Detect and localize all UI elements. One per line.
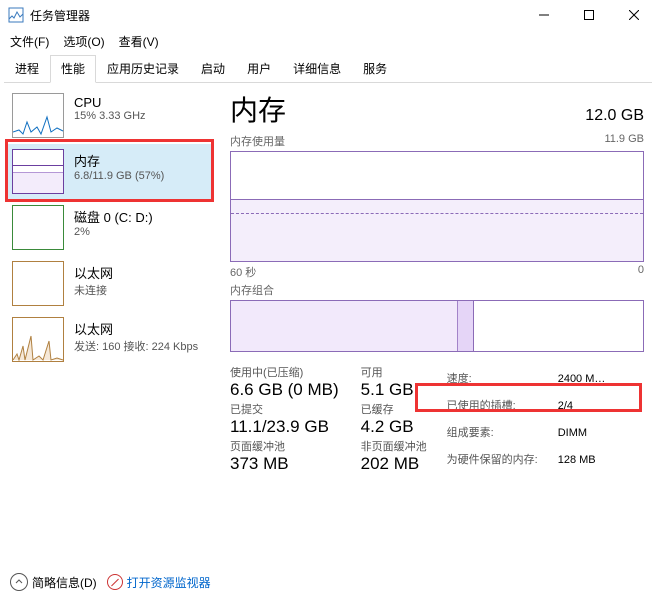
menu-options[interactable]: 选项(O): [57, 31, 110, 52]
footer-link-label: 打开资源监视器: [127, 574, 211, 591]
detail-label: 组成要素:: [447, 420, 556, 445]
detail-label: 已使用的插槽:: [447, 393, 556, 418]
sidebar-item-label: 以太网: [74, 263, 113, 282]
menu-view[interactable]: 查看(V): [113, 31, 165, 52]
memory-composition-graph[interactable]: [230, 300, 644, 352]
maximize-button[interactable]: [566, 1, 611, 29]
footer: 简略信息(D) 打开资源监视器: [10, 573, 211, 591]
sidebar-item-ethernet-1[interactable]: 以太网 未连接: [5, 256, 212, 312]
detail-speed: 2400 M…: [558, 366, 606, 391]
resource-monitor-icon: [107, 574, 123, 590]
sidebar-item-sub: 发送: 160 接收: 224 Kbps: [74, 338, 198, 354]
detail-reserved: 128 MB: [558, 447, 606, 472]
stat-paged: 373 MB: [230, 454, 339, 474]
memory-total: 12.0 GB: [585, 107, 644, 125]
sidebar-item-label: 内存: [74, 151, 164, 170]
page-title: 内存: [230, 89, 286, 129]
usage-graph-max: 11.9 GB: [604, 133, 644, 149]
memory-sparkline-icon: [12, 149, 64, 194]
stat-label: 可用: [361, 364, 427, 380]
graph-x-left: 60 秒: [230, 264, 256, 280]
stat-label: 使用中(已压缩): [230, 364, 339, 380]
main-panel: 内存 12.0 GB 内存使用量 11.9 GB 60 秒 0 内存组合 使用中…: [212, 83, 656, 531]
sidebar-item-label: CPU: [74, 95, 146, 110]
sidebar-item-disk[interactable]: 磁盘 0 (C: D:) 2%: [5, 200, 212, 256]
close-button[interactable]: [611, 1, 656, 29]
sidebar-item-sub: 15% 3.33 GHz: [74, 110, 146, 122]
fewer-details-button[interactable]: 简略信息(D): [10, 573, 97, 591]
stat-available: 5.1 GB: [361, 380, 427, 400]
stat-in-use: 6.6 GB (0 MB): [230, 380, 339, 400]
sidebar-item-label: 磁盘 0 (C: D:): [74, 207, 153, 226]
stat-label: 已缓存: [361, 401, 427, 417]
sidebar-item-sub: 6.8/11.9 GB (57%): [74, 170, 164, 182]
chevron-up-icon: [10, 573, 28, 591]
memory-stats-grid: 使用中(已压缩) 6.6 GB (0 MB) 可用 5.1 GB 已提交 11.…: [230, 364, 427, 474]
stat-cached: 4.2 GB: [361, 417, 427, 437]
content: CPU 15% 3.33 GHz 内存 6.8/11.9 GB (57%) 磁盘…: [0, 83, 656, 531]
detail-slots: 2/4: [558, 393, 606, 418]
memory-details-table: 速度:2400 M… 已使用的插槽:2/4 组成要素:DIMM 为硬件保留的内存…: [445, 364, 608, 474]
app-icon: [8, 7, 24, 23]
minimize-button[interactable]: [521, 1, 566, 29]
sidebar-item-ethernet-2[interactable]: 以太网 发送: 160 接收: 224 Kbps: [5, 312, 212, 368]
tab-services[interactable]: 服务: [352, 55, 398, 83]
detail-label: 为硬件保留的内存:: [447, 447, 556, 472]
disk-sparkline-icon: [12, 205, 64, 250]
composition-label: 内存组合: [230, 282, 274, 298]
stat-label: 非页面缓冲池: [361, 438, 427, 454]
tab-users[interactable]: 用户: [236, 55, 282, 83]
usage-graph-label: 内存使用量: [230, 133, 285, 149]
sidebar-item-label: 以太网: [74, 319, 198, 338]
sidebar-item-memory[interactable]: 内存 6.8/11.9 GB (57%): [5, 144, 212, 200]
sidebar-item-sub: 未连接: [74, 282, 113, 298]
stat-nonpaged: 202 MB: [361, 454, 427, 474]
tab-startup[interactable]: 启动: [190, 55, 236, 83]
cpu-sparkline-icon: [12, 93, 64, 138]
tab-details[interactable]: 详细信息: [282, 55, 352, 83]
detail-form: DIMM: [558, 420, 606, 445]
graph-x-right: 0: [638, 264, 644, 280]
tabs-bar: 进程 性能 应用历史记录 启动 用户 详细信息 服务: [4, 54, 652, 83]
title-bar: 任务管理器: [0, 0, 656, 30]
stat-label: 已提交: [230, 401, 339, 417]
menu-file[interactable]: 文件(F): [4, 31, 55, 52]
detail-label: 速度:: [447, 366, 556, 391]
sidebar-item-sub: 2%: [74, 226, 153, 238]
window-title: 任务管理器: [30, 7, 521, 24]
ethernet-sparkline-icon: [12, 261, 64, 306]
footer-label: 简略信息(D): [32, 574, 97, 591]
sidebar: CPU 15% 3.33 GHz 内存 6.8/11.9 GB (57%) 磁盘…: [0, 83, 212, 531]
window-controls: [521, 1, 656, 29]
ethernet-sparkline-icon: [12, 317, 64, 362]
stat-label: 页面缓冲池: [230, 438, 339, 454]
open-resource-monitor-link[interactable]: 打开资源监视器: [107, 574, 211, 591]
sidebar-item-cpu[interactable]: CPU 15% 3.33 GHz: [5, 88, 212, 144]
tab-app-history[interactable]: 应用历史记录: [96, 55, 190, 83]
tab-performance[interactable]: 性能: [50, 55, 96, 83]
stat-committed: 11.1/23.9 GB: [230, 417, 339, 437]
memory-usage-graph[interactable]: [230, 151, 644, 262]
tab-processes[interactable]: 进程: [4, 55, 50, 83]
menu-bar: 文件(F) 选项(O) 查看(V): [0, 30, 656, 52]
